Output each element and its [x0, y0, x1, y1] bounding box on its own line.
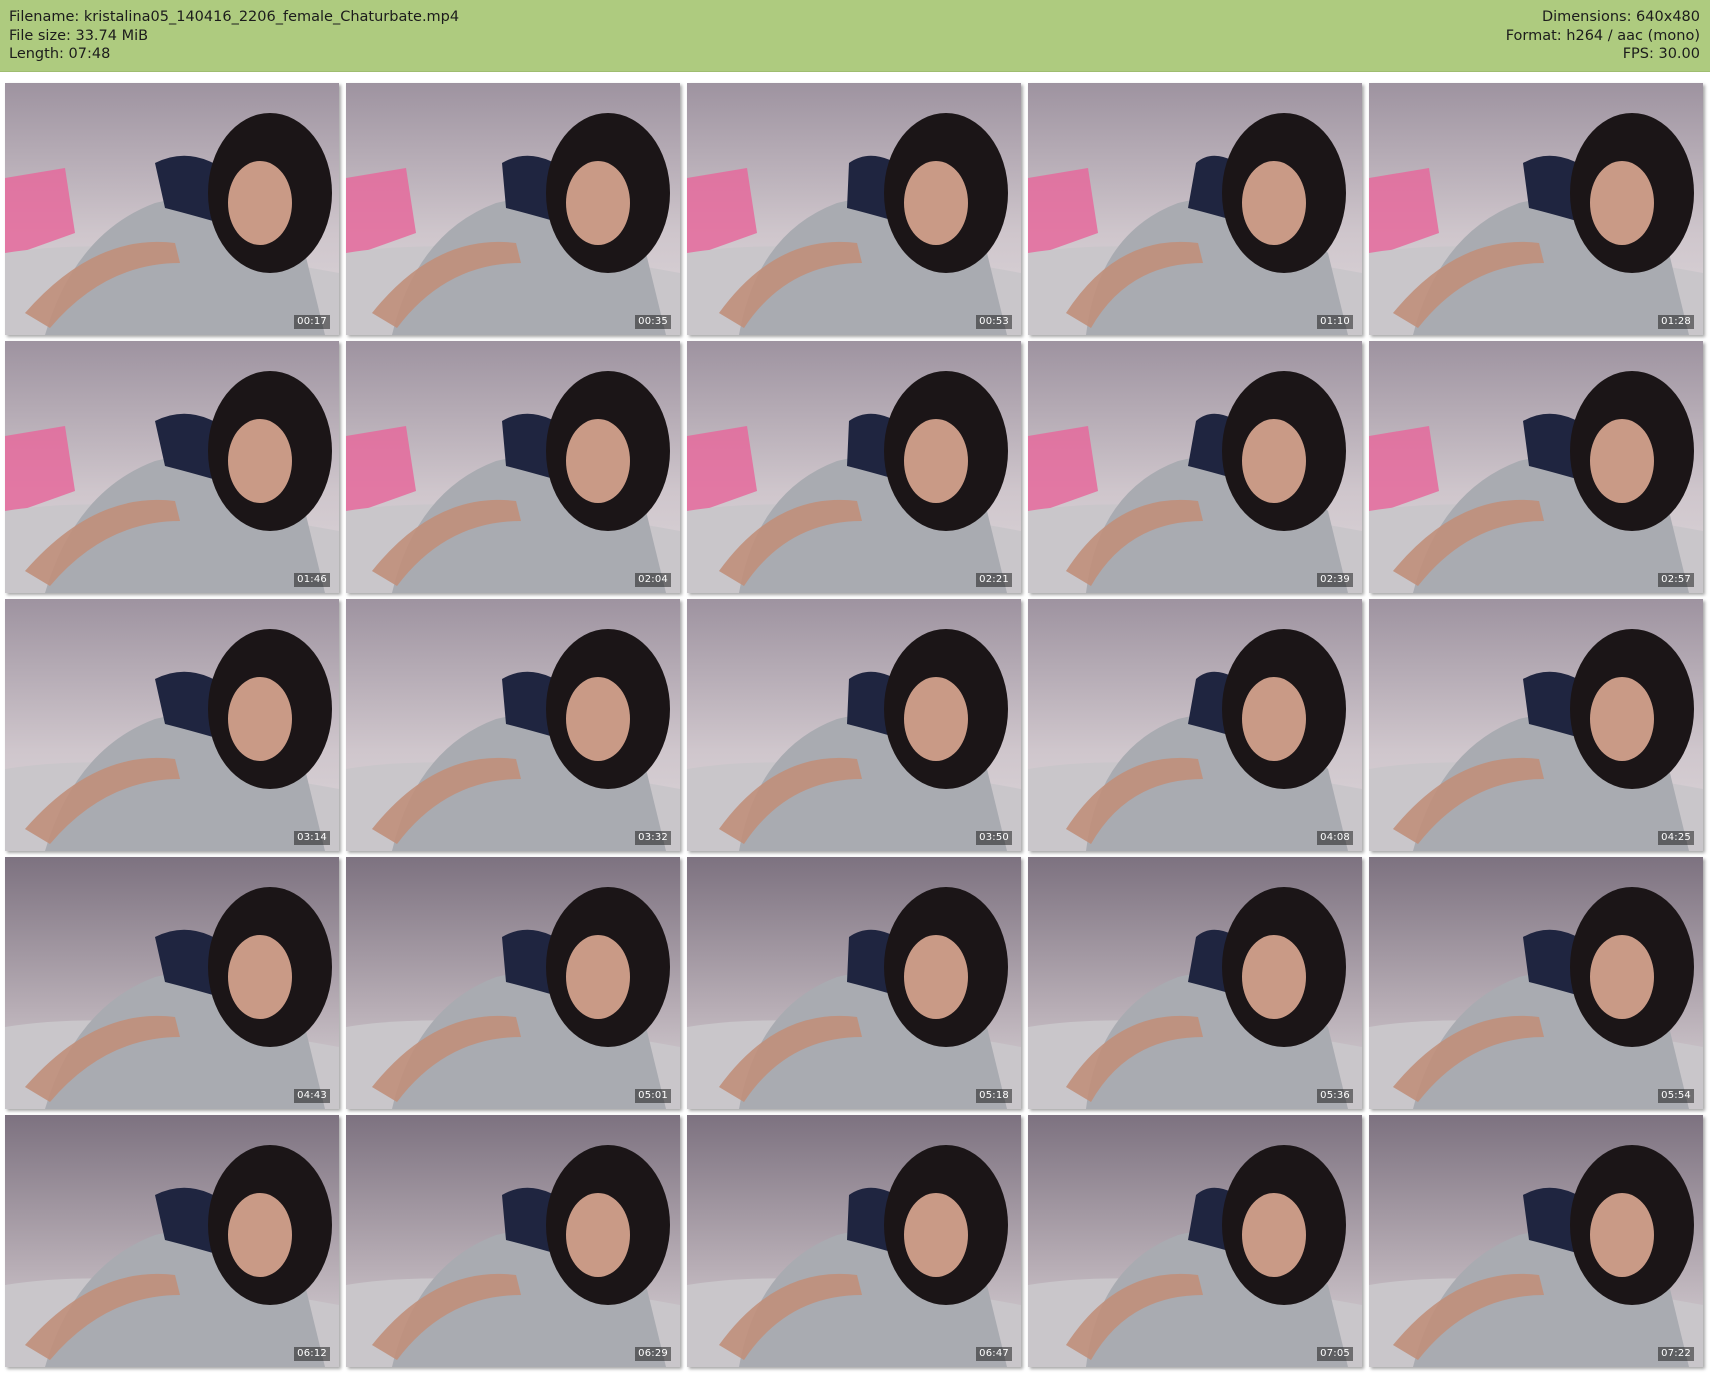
frame-preview: [346, 857, 680, 1109]
frame-preview: [687, 341, 1021, 593]
frame-preview: [687, 857, 1021, 1109]
thumbnail-grid: 00:17 00:35 00:53 01:10 01:28 01:46 02:04 02:21…: [0, 80, 1710, 1373]
timestamp-label: 04:25: [1658, 831, 1694, 845]
timestamp-label: 00:17: [294, 315, 330, 329]
timestamp-label: 06:29: [635, 1347, 671, 1361]
timestamp-label: 05:36: [1317, 1089, 1353, 1103]
timestamp-label: 03:50: [976, 831, 1012, 845]
video-thumbnail[interactable]: 04:08: [1028, 599, 1362, 851]
timestamp-label: 04:08: [1317, 831, 1353, 845]
video-thumbnail[interactable]: 01:28: [1369, 83, 1703, 335]
timestamp-label: 01:28: [1658, 315, 1694, 329]
timestamp-label: 02:21: [976, 573, 1012, 587]
timestamp-label: 05:18: [976, 1089, 1012, 1103]
frame-preview: [346, 599, 680, 851]
video-thumbnail[interactable]: 00:17: [5, 83, 339, 335]
frame-preview: [1369, 857, 1703, 1109]
frame-preview: [1028, 599, 1362, 851]
frame-preview: [1369, 341, 1703, 593]
frame-preview: [1369, 1115, 1703, 1367]
frame-preview: [1369, 599, 1703, 851]
timestamp-label: 07:22: [1658, 1347, 1694, 1361]
video-thumbnail[interactable]: 04:43: [5, 857, 339, 1109]
length-label: Length: 07:48: [9, 46, 111, 62]
video-thumbnail[interactable]: 02:39: [1028, 341, 1362, 593]
frame-preview: [346, 83, 680, 335]
video-thumbnail[interactable]: 02:57: [1369, 341, 1703, 593]
frame-preview: [5, 857, 339, 1109]
timestamp-label: 00:53: [976, 315, 1012, 329]
file-info-left: Filename: kristalina05_140416_2206_femal…: [9, 8, 459, 64]
timestamp-label: 07:05: [1317, 1347, 1353, 1361]
video-thumbnail[interactable]: 00:35: [346, 83, 680, 335]
timestamp-label: 06:47: [976, 1347, 1012, 1361]
timestamp-label: 02:04: [635, 573, 671, 587]
timestamp-label: 04:43: [294, 1089, 330, 1103]
frame-preview: [1028, 1115, 1362, 1367]
video-thumbnail[interactable]: 01:46: [5, 341, 339, 593]
fps-label: FPS: 30.00: [1622, 46, 1700, 62]
video-thumbnail[interactable]: 04:25: [1369, 599, 1703, 851]
timestamp-label: 05:54: [1658, 1089, 1694, 1103]
timestamp-label: 00:35: [635, 315, 671, 329]
format-label: Format: h264 / aac (mono): [1505, 27, 1700, 44]
timestamp-label: 06:12: [294, 1347, 330, 1361]
video-thumbnail[interactable]: 05:36: [1028, 857, 1362, 1109]
timestamp-label: 02:57: [1658, 573, 1694, 587]
video-thumbnail[interactable]: 03:50: [687, 599, 1021, 851]
video-thumbnail[interactable]: 05:54: [1369, 857, 1703, 1109]
video-thumbnail[interactable]: 03:32: [346, 599, 680, 851]
frame-preview: [5, 1115, 339, 1367]
timestamp-label: 05:01: [635, 1089, 671, 1103]
frame-preview: [687, 1115, 1021, 1367]
frame-preview: [346, 1115, 680, 1367]
file-info-right: Dimensions: 640x480 Format: h264 / aac (…: [1506, 8, 1700, 64]
video-thumbnail[interactable]: 05:01: [346, 857, 680, 1109]
video-thumbnail[interactable]: 06:12: [5, 1115, 339, 1367]
frame-preview: [687, 83, 1021, 335]
info-header: Filename: kristalina05_140416_2206_femal…: [0, 0, 1710, 72]
frame-preview: [5, 341, 339, 593]
video-thumbnail[interactable]: 05:18: [687, 857, 1021, 1109]
filesize-label: File size: 33.74 MiB: [9, 27, 149, 44]
timestamp-label: 03:14: [294, 831, 330, 845]
video-thumbnail[interactable]: 02:04: [346, 341, 680, 593]
dimensions-label: Dimensions: 640x480: [1541, 9, 1700, 25]
timestamp-label: 01:10: [1317, 315, 1353, 329]
video-thumbnail[interactable]: 01:10: [1028, 83, 1362, 335]
frame-preview: [5, 83, 339, 335]
frame-preview: [1028, 857, 1362, 1109]
timestamp-label: 01:46: [294, 573, 330, 587]
video-thumbnail[interactable]: 00:53: [687, 83, 1021, 335]
frame-preview: [5, 599, 339, 851]
frame-preview: [687, 599, 1021, 851]
video-thumbnail[interactable]: 02:21: [687, 341, 1021, 593]
timestamp-label: 02:39: [1317, 573, 1353, 587]
video-thumbnail[interactable]: 07:05: [1028, 1115, 1362, 1367]
filename-label: Filename: kristalina05_140416_2206_femal…: [9, 9, 460, 25]
video-thumbnail[interactable]: 03:14: [5, 599, 339, 851]
video-thumbnail[interactable]: 07:22: [1369, 1115, 1703, 1367]
frame-preview: [346, 341, 680, 593]
timestamp-label: 03:32: [635, 831, 671, 845]
video-thumbnail[interactable]: 06:29: [346, 1115, 680, 1367]
frame-preview: [1028, 341, 1362, 593]
frame-preview: [1369, 83, 1703, 335]
video-thumbnail[interactable]: 06:47: [687, 1115, 1021, 1367]
frame-preview: [1028, 83, 1362, 335]
